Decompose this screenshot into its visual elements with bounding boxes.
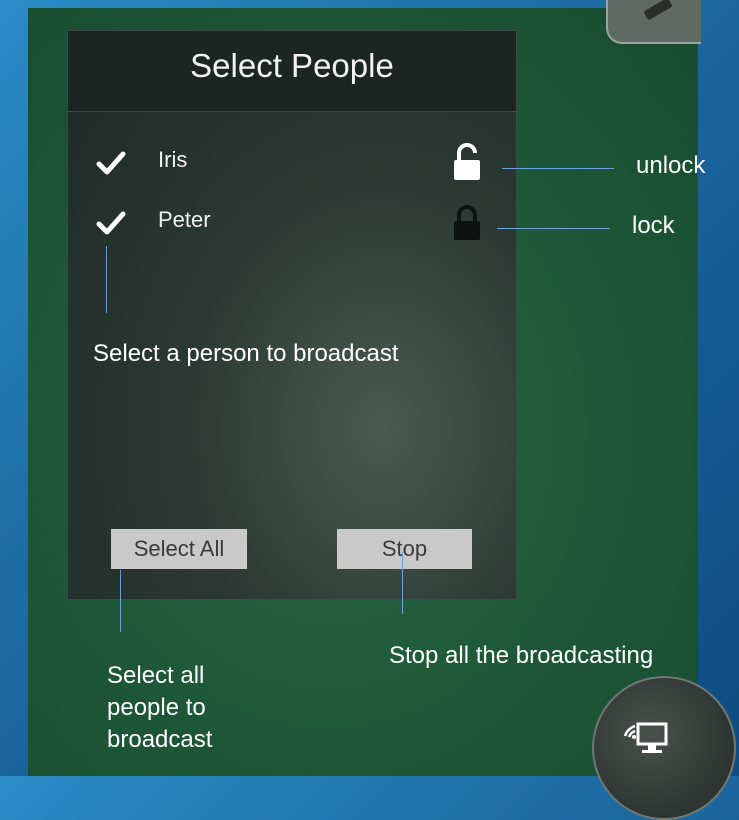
person-row-peter[interactable]: Peter: [96, 203, 496, 243]
unlock-annotation-line: [502, 168, 614, 169]
lock-icon[interactable]: [452, 203, 482, 241]
broadcast-icon: [623, 722, 668, 753]
lock-annotation: lock: [632, 212, 675, 239]
select-person-annotation-line: [106, 246, 107, 313]
person-name: Iris: [158, 147, 188, 172]
checkmark-icon[interactable]: [96, 149, 126, 177]
broadcast-button[interactable]: [592, 676, 736, 820]
select-all-annotation: Select all people to broadcast: [107, 660, 212, 756]
unlock-icon[interactable]: [452, 143, 482, 181]
stop-button[interactable]: Stop: [337, 529, 472, 569]
lock-annotation-line: [497, 228, 610, 229]
select-all-annotation-line-1: Select all: [107, 662, 205, 689]
select-all-button[interactable]: Select All: [111, 529, 247, 569]
panel-title: Select People: [190, 47, 394, 84]
person-row-iris[interactable]: Iris: [96, 143, 496, 183]
person-name: Peter: [158, 207, 211, 232]
pen-tool-button[interactable]: [606, 0, 701, 44]
checkmark-icon[interactable]: [96, 209, 126, 237]
select-all-annotation-line-3: broadcast: [107, 726, 213, 753]
unlock-annotation: unlock: [636, 152, 706, 179]
select-person-annotation: Select a person to broadcast: [93, 340, 399, 367]
pencil-icon: [643, 0, 673, 21]
stop-annotation: Stop all the broadcasting: [389, 642, 654, 669]
panel-header: Select People: [68, 31, 516, 112]
select-all-annotation-line: [120, 570, 121, 632]
stop-annotation-line: [402, 552, 403, 614]
select-people-panel: Select People Iris Peter Select All Stop: [67, 30, 517, 600]
select-all-annotation-line-2: people to: [107, 694, 206, 721]
